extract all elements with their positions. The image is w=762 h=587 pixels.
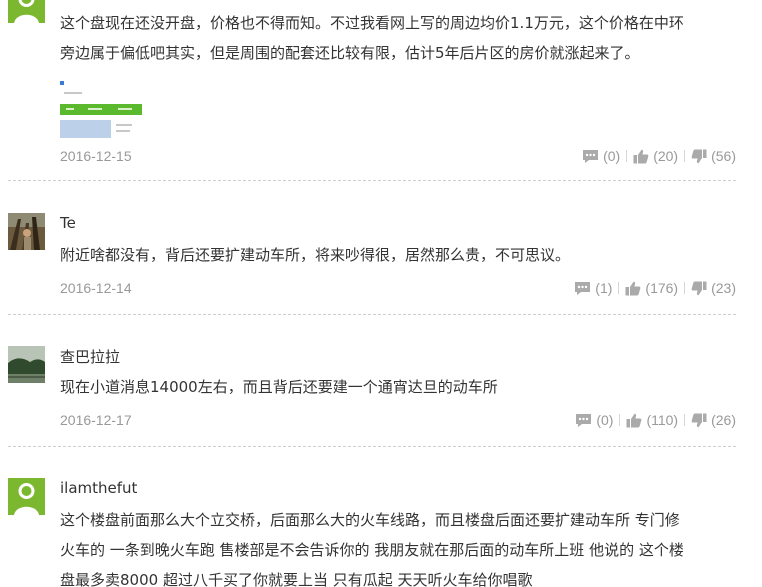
like-count: (176) bbox=[645, 280, 679, 296]
comment-date: 2016-12-17 bbox=[60, 412, 132, 428]
separator bbox=[618, 282, 620, 294]
like-count: (20) bbox=[653, 148, 679, 164]
thumbs-up-icon bbox=[625, 281, 641, 295]
thumbs-up-icon bbox=[626, 413, 642, 427]
comment-actions: (1) (176) (23) bbox=[574, 278, 736, 298]
comment-actions: (0) (110) (26) bbox=[575, 410, 736, 430]
reply-count: (1) bbox=[595, 280, 613, 296]
separator bbox=[684, 414, 686, 426]
comment-meta: 2016-12-14 (1) (176) (23) bbox=[0, 278, 762, 298]
dislike-count: (26) bbox=[711, 412, 736, 428]
thumbs-up-icon bbox=[633, 149, 649, 163]
default-user-avatar-icon bbox=[8, 0, 45, 23]
comment-bubble-icon bbox=[575, 281, 591, 295]
avatar[interactable] bbox=[8, 213, 45, 250]
separator bbox=[626, 150, 628, 162]
comment-bubble-icon bbox=[576, 413, 592, 427]
reply-button[interactable]: (0) bbox=[575, 412, 613, 428]
comment-text-line: 现在小道消息14000左右，而且背后还要建一个通宵达旦的动车所 bbox=[60, 378, 498, 396]
dislike-count: (56) bbox=[711, 148, 736, 164]
separator bbox=[684, 150, 686, 162]
comment-username[interactable]: Te bbox=[60, 214, 76, 232]
comment-text-line: 火车的 一条到晚火车跑 售楼部是不会告诉你的 我朋友就在那后面的动车所上班 他说… bbox=[60, 541, 684, 559]
comment-actions: (0) (20) (56) bbox=[582, 146, 736, 166]
default-user-avatar-icon bbox=[8, 478, 45, 515]
comment-username[interactable]: 查巴拉拉 bbox=[60, 346, 120, 367]
comment-text: 这个楼盘前面那么大个立交桥，后面那么大的火车线路，而且楼盘后面还要扩建动车所 专… bbox=[60, 505, 750, 587]
dislike-button[interactable]: (26) bbox=[691, 412, 736, 428]
thumbs-down-icon bbox=[691, 149, 707, 163]
comment-image-thumbnail[interactable] bbox=[60, 80, 142, 138]
like-button[interactable]: (176) bbox=[625, 280, 678, 296]
comment-date: 2016-12-15 bbox=[60, 148, 132, 164]
dislike-button[interactable]: (23) bbox=[691, 280, 736, 296]
comment-text: 附近啥都没有，背后还要扩建动车所，将来吵得很，居然那么贵，不可思议。 bbox=[60, 240, 750, 270]
user-photo-avatar bbox=[8, 213, 45, 250]
comment-divider bbox=[8, 314, 736, 315]
separator bbox=[684, 282, 686, 294]
thumbs-down-icon bbox=[691, 281, 707, 295]
avatar[interactable] bbox=[8, 478, 45, 515]
comment-username[interactable]: ilamthefut bbox=[60, 479, 137, 497]
reply-button[interactable]: (1) bbox=[574, 280, 612, 296]
comment-text-line: 这个楼盘前面那么大个立交桥，后面那么大的火车线路，而且楼盘后面还要扩建动车所 专… bbox=[60, 511, 680, 529]
comment-item: 这个盘现在还没开盘，价格也不得而知。不过我看网上写的周边均价1.1万元，这个价格… bbox=[0, 0, 762, 180]
reply-count: (0) bbox=[603, 148, 621, 164]
comment-divider bbox=[8, 180, 736, 181]
dislike-count: (23) bbox=[711, 280, 736, 296]
user-photo-avatar bbox=[8, 346, 45, 383]
comment-meta: 2016-12-15 (0) (20) (56) bbox=[0, 146, 762, 166]
comment-meta: 2016-12-17 (0) (110) (26) bbox=[0, 410, 762, 430]
comment-text-line: 这个盘现在还没开盘，价格也不得而知。不过我看网上写的周边均价1.1万元，这个价格… bbox=[60, 14, 684, 32]
comment-text-line: 盘最多卖8000 超过八千买了你就要上当 只有瓜起 天天听火车给你唱歌 bbox=[60, 571, 533, 587]
thumbs-down-icon bbox=[691, 413, 707, 427]
comment-divider bbox=[8, 446, 736, 447]
avatar[interactable] bbox=[8, 0, 45, 23]
comment-text: 这个盘现在还没开盘，价格也不得而知。不过我看网上写的周边均价1.1万元，这个价格… bbox=[60, 8, 750, 68]
like-button[interactable]: (20) bbox=[633, 148, 678, 164]
comment-bubble-icon bbox=[583, 149, 599, 163]
comment-text-line: 旁边属于偏低吧其实，但是周围的配套还比较有限，估计5年后片区的房价就涨起来了。 bbox=[60, 44, 640, 62]
comment-date: 2016-12-14 bbox=[60, 280, 132, 296]
separator bbox=[619, 414, 621, 426]
reply-button[interactable]: (0) bbox=[582, 148, 620, 164]
like-count: (110) bbox=[646, 412, 679, 428]
reply-count: (0) bbox=[596, 412, 614, 428]
comment-text: 现在小道消息14000左右，而且背后还要建一个通宵达旦的动车所 bbox=[60, 372, 750, 402]
dislike-button[interactable]: (56) bbox=[691, 148, 736, 164]
avatar[interactable] bbox=[8, 346, 45, 383]
comment-text-line: 附近啥都没有，背后还要扩建动车所，将来吵得很，居然那么贵，不可思议。 bbox=[60, 246, 571, 264]
like-button[interactable]: (110) bbox=[626, 412, 678, 428]
